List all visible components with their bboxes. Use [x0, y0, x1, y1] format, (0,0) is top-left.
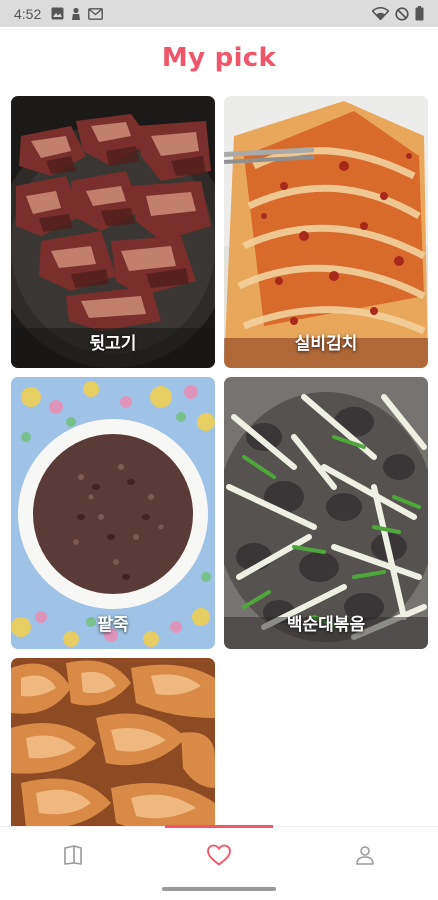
status-system-icons	[372, 6, 424, 21]
pick-label-3: 팥죽	[97, 615, 129, 635]
status-notification-icons	[51, 7, 104, 21]
gmail-icon	[88, 7, 104, 20]
pick-label-4: 백순대볶음	[286, 615, 366, 635]
pick-card-5[interactable]	[11, 658, 215, 826]
picks-grid: 뒷고기 실비김치 팥죽 백순대볶음	[11, 96, 428, 826]
page-title: My pick	[161, 43, 277, 73]
nav-tab-home[interactable]	[0, 827, 146, 883]
status-time: 4:52	[14, 5, 42, 22]
battery-icon	[415, 6, 424, 21]
person-icon	[356, 846, 374, 865]
nav-tab-profile[interactable]	[292, 827, 438, 883]
app-screen: 4:52 My pick 뒷고기 실비김치 팥죽 백순대볶음	[0, 0, 438, 900]
image-icon	[51, 7, 64, 20]
food-photo-4	[224, 377, 428, 649]
food-photo-2	[224, 96, 428, 368]
gesture-handle[interactable]	[162, 887, 276, 891]
person-pin-icon	[72, 7, 81, 20]
food-photo-1	[11, 96, 215, 368]
header: My pick	[0, 27, 438, 89]
food-photo-3	[11, 377, 215, 649]
bottom-nav	[0, 825, 438, 883]
food-photo-5	[11, 658, 215, 826]
heart-icon	[207, 844, 231, 866]
pick-card-1[interactable]: 뒷고기	[11, 96, 215, 368]
pick-card-4[interactable]: 백순대볶음	[224, 377, 428, 649]
book-icon	[64, 845, 82, 865]
status-bar: 4:52	[0, 0, 438, 27]
pick-label-1: 뒷고기	[89, 334, 137, 354]
nav-tab-my-pick[interactable]	[146, 827, 292, 883]
pick-card-2[interactable]: 실비김치	[224, 96, 428, 368]
pick-label-2: 실비김치	[294, 334, 358, 354]
pick-card-3[interactable]: 팥죽	[11, 377, 215, 649]
wifi-icon	[372, 7, 389, 20]
do-not-disturb-icon	[395, 6, 409, 21]
